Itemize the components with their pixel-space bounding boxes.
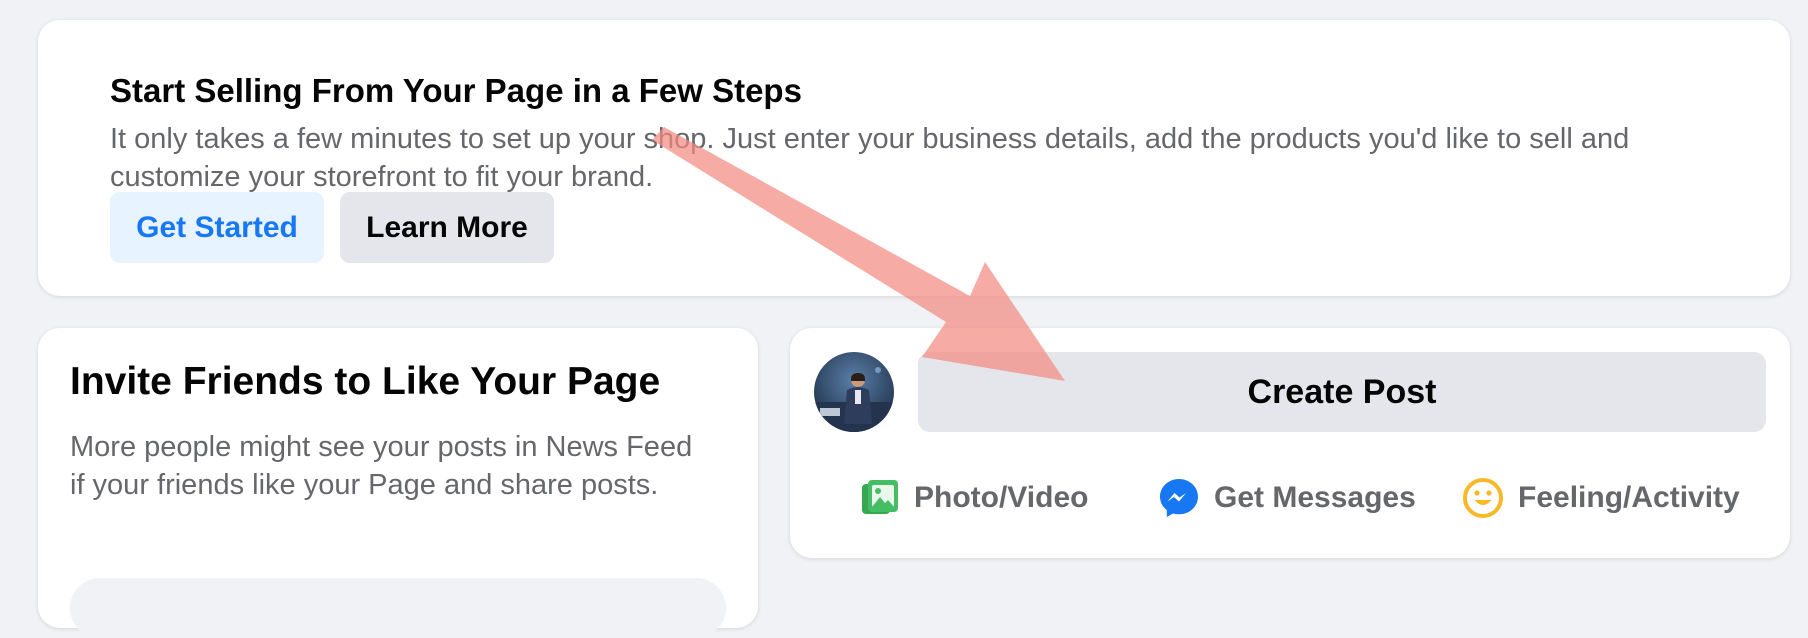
get-messages-label: Get Messages: [1214, 481, 1416, 514]
photo-video-icon: [860, 478, 900, 518]
shop-setup-card: Start Selling From Your Page in a Few St…: [38, 20, 1790, 296]
invite-card-title: Invite Friends to Like Your Page: [70, 360, 661, 403]
messenger-icon: [1158, 477, 1200, 519]
feeling-activity-button[interactable]: Feeling/Activity: [1462, 470, 1740, 526]
avatar-photo: [814, 352, 894, 432]
avatar[interactable]: [814, 352, 894, 432]
learn-more-button[interactable]: Learn More: [340, 192, 554, 263]
photo-video-label: Photo/Video: [914, 481, 1089, 514]
feeling-activity-label: Feeling/Activity: [1518, 481, 1740, 514]
get-started-button[interactable]: Get Started: [110, 192, 324, 263]
create-post-card: Create Post Photo/Video Get Messages Fee…: [790, 328, 1790, 558]
invite-friends-card: Invite Friends to Like Your Page More pe…: [38, 328, 758, 638]
get-messages-button[interactable]: Get Messages: [1158, 470, 1416, 526]
create-post-button[interactable]: Create Post: [918, 352, 1766, 432]
shop-card-title: Start Selling From Your Page in a Few St…: [110, 72, 802, 109]
invite-friends-button[interactable]: [70, 578, 726, 638]
shop-card-description: It only takes a few minutes to set up yo…: [110, 123, 1630, 193]
invite-card-description: More people might see your posts in News…: [70, 431, 693, 501]
smiley-icon: [1462, 477, 1504, 519]
photo-video-button[interactable]: Photo/Video: [860, 470, 1088, 526]
